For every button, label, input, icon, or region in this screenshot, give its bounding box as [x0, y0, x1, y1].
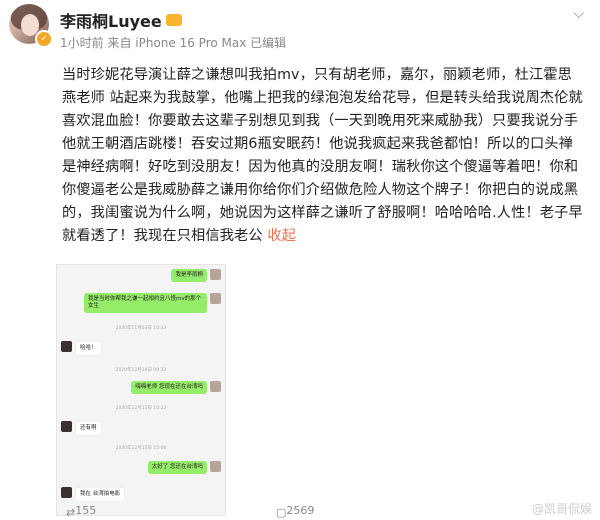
username-text[interactable]: 李雨桐Luyee: [60, 12, 162, 31]
chat-avatar-them: [61, 421, 72, 432]
chat-timestamp: 2020年12月11日 10:22: [115, 406, 167, 411]
chat-bubble-2: 我是当时你帮我之谦一起相约且八怪mv的那个女生: [84, 293, 207, 313]
chat-avatar-me: [210, 461, 221, 472]
chat-bubble-7: 我在 台湾拍电影: [75, 487, 126, 502]
chat-avatar-them: [61, 341, 72, 352]
post-header: ✓ 李雨桐Luyee 1小时前 来自 iPhone 16 Pro Max 已编辑…: [0, 0, 600, 62]
post-meta: 1小时前 来自 iPhone 16 Pro Max 已编辑: [60, 36, 287, 50]
more-options-chevron-icon[interactable]: ⌵: [573, 6, 584, 22]
post-text: 当时珍妮花导演让薛之谦想叫我拍mv，只有胡老师，嘉尔，丽颖老师，杜江霍思燕老师 …: [62, 67, 583, 244]
repost-button[interactable]: ⇄ 155: [66, 504, 96, 519]
username[interactable]: 李雨桐Luyee: [60, 8, 182, 32]
chat-avatar-them: [61, 487, 72, 498]
post-body: 当时珍妮花导演让薛之谦想叫我拍mv，只有胡老师，嘉尔，丽颖老师，杜江霍思燕老师 …: [62, 64, 586, 248]
chat-bubble-3: 哈哈！: [75, 341, 102, 356]
chat-avatar-me: [210, 269, 221, 280]
vip-icon: [165, 14, 182, 26]
chat-bubble-6: 太好了 您还在台湾吗: [147, 461, 207, 474]
chat-timestamp: 2020年12月10日 09:32: [115, 368, 167, 373]
chat-screenshot-image[interactable]: 我是李雨桐 我是当时你帮我之谦一起相约且八怪mv的那个女生 2020年11月03…: [56, 264, 226, 516]
chat-bubble-4: 嗨嗨老师 您现在还在台湾吗: [131, 381, 207, 394]
collapse-link[interactable]: 收起: [267, 228, 296, 244]
verified-badge-icon: ✓: [35, 30, 53, 48]
chat-bubble-1: 我是李雨桐: [171, 269, 207, 282]
comment-count: 2569: [286, 504, 315, 517]
chat-avatar-me: [210, 381, 221, 392]
chat-bubble-5: 还有啊: [75, 421, 102, 436]
chat-avatar-me: [210, 293, 221, 304]
watermark: @凯哥侃娱: [531, 502, 592, 516]
chat-timestamp: 2020年11月03日 10:13: [115, 326, 167, 331]
post-footer: ⇄ 155 ▢ 2569: [0, 504, 600, 520]
chat-timestamp: 2020年12月15日 15:08: [115, 446, 167, 451]
repost-count: 155: [75, 504, 97, 517]
comment-button[interactable]: ▢ 2569: [276, 504, 314, 519]
